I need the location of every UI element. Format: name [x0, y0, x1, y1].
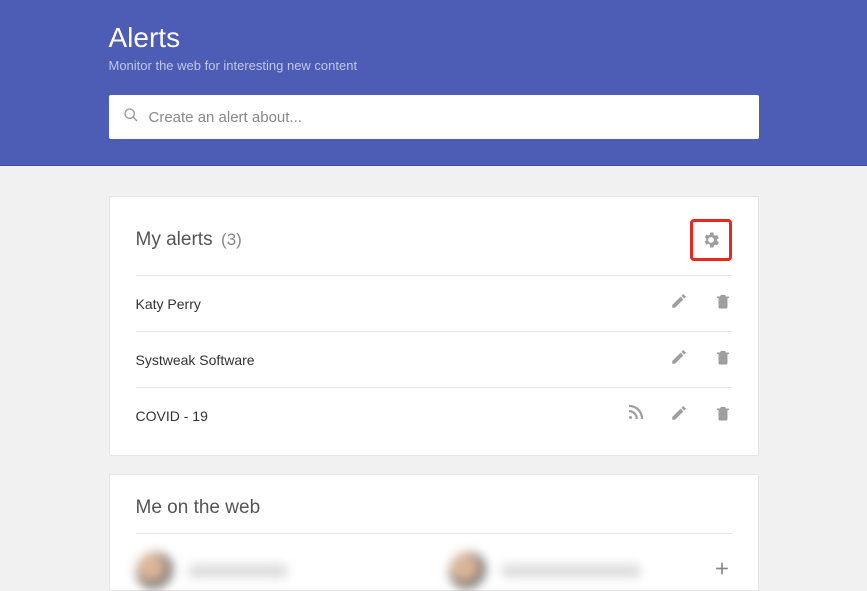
web-item[interactable] — [449, 552, 732, 590]
page-title: Alerts — [109, 22, 759, 54]
avatar — [449, 552, 487, 590]
alert-row: COVID - 19 — [136, 387, 732, 443]
web-item[interactable] — [136, 552, 419, 590]
search-icon — [123, 107, 139, 128]
rss-icon[interactable] — [626, 404, 644, 427]
header: Alerts Monitor the web for interesting n… — [0, 0, 867, 166]
alert-row: Katy Perry — [136, 275, 732, 331]
alert-name: Katy Perry — [136, 296, 201, 312]
plus-icon[interactable] — [712, 559, 732, 584]
me-on-web-title: Me on the web — [136, 497, 732, 519]
search-box[interactable] — [109, 95, 759, 139]
trash-icon[interactable] — [714, 404, 732, 427]
my-alerts-title: My alerts — [136, 229, 213, 250]
alert-name: COVID - 19 — [136, 408, 208, 424]
settings-highlight — [690, 219, 732, 261]
search-input[interactable] — [149, 109, 745, 126]
my-alerts-count: (3) — [221, 230, 242, 249]
trash-icon[interactable] — [714, 348, 732, 371]
page-subtitle: Monitor the web for interesting new cont… — [109, 58, 759, 73]
alert-row: Systweak Software — [136, 331, 732, 387]
pencil-icon[interactable] — [670, 348, 688, 371]
pencil-icon[interactable] — [670, 404, 688, 427]
alert-name: Systweak Software — [136, 352, 255, 368]
me-on-web-card: Me on the web — [109, 474, 759, 591]
gear-icon[interactable] — [701, 237, 721, 254]
my-alerts-card: My alerts (3) Katy Perry Systweak Softwa… — [109, 196, 759, 456]
pencil-icon[interactable] — [670, 292, 688, 315]
trash-icon[interactable] — [714, 292, 732, 315]
avatar — [136, 552, 174, 590]
